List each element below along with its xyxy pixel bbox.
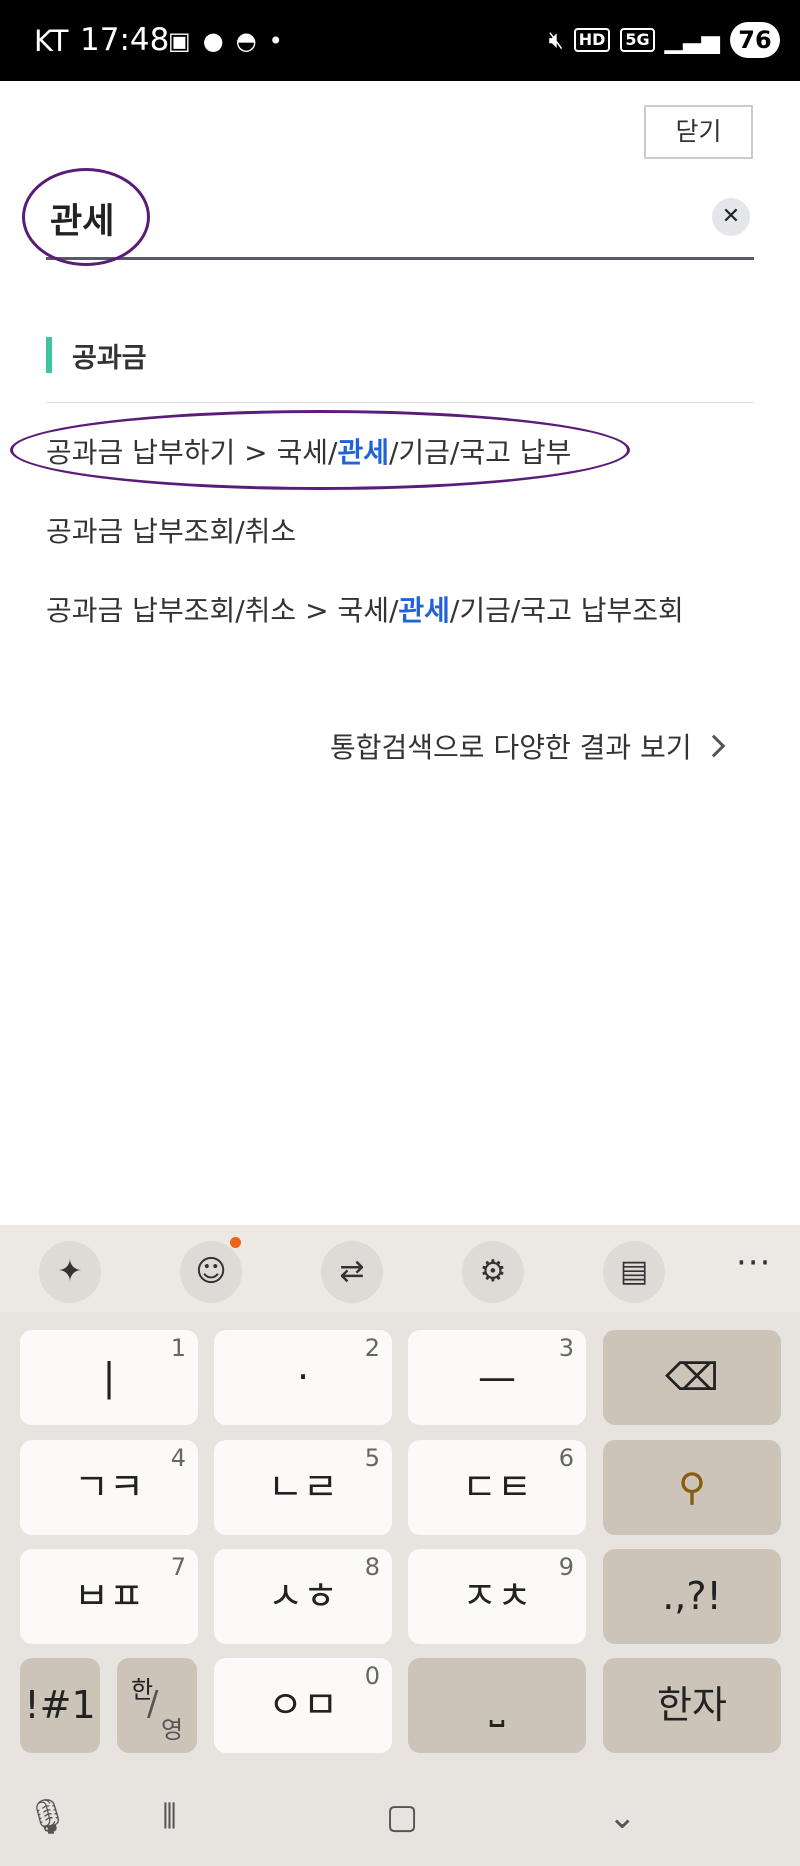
key-label: ㅈㅊ xyxy=(462,1574,532,1618)
lang-slash: / xyxy=(147,1684,159,1724)
search-key[interactable]: ⚲ xyxy=(603,1440,781,1535)
close-button[interactable]: 닫기 xyxy=(644,105,753,159)
key-label: · xyxy=(296,1355,310,1399)
clock: 17:48 xyxy=(80,22,170,58)
punctuation-key[interactable]: .,?! xyxy=(603,1549,781,1644)
carrier-label: KT xyxy=(34,24,69,58)
integrated-search-link[interactable]: 통합검색으로 다양한 결과 보기 xyxy=(330,726,725,766)
section-header: 공과금 xyxy=(46,337,147,374)
key-number: 3 xyxy=(558,1334,574,1362)
hanja-key[interactable]: 한자 xyxy=(603,1658,781,1753)
key-label: ㄱㅋ xyxy=(74,1465,144,1509)
clear-search-icon[interactable]: ✕ xyxy=(712,198,750,236)
section-accent-bar xyxy=(46,337,52,373)
navigation-bar: 🎙︎ ⦀ ▢ ⌄ xyxy=(0,1775,800,1866)
key-3[interactable]: —3 xyxy=(408,1330,586,1425)
result-text: 공과금 납부하기 > 국세/ xyxy=(46,436,338,469)
game-notification-icon: ◓ xyxy=(235,27,257,55)
key-label: ㄷㅌ xyxy=(462,1465,532,1509)
key-label: ㅇㅁ xyxy=(268,1683,338,1727)
search-field: ✕ xyxy=(46,180,754,260)
search-result-3[interactable]: 공과금 납부조회/취소 > 국세/관세/기금/국고 납부조회 xyxy=(46,589,684,629)
key-label: | xyxy=(102,1355,116,1399)
notification-icons: ▣ ● ◓ • xyxy=(168,28,283,54)
key-4[interactable]: ㄱㅋ 4 xyxy=(20,1440,198,1535)
search-result-1[interactable]: 공과금 납부하기 > 국세/관세/기금/국고 납부 xyxy=(46,431,571,471)
key-2[interactable]: · 2 xyxy=(214,1330,392,1425)
home-icon[interactable]: ▢ xyxy=(386,1797,418,1837)
backspace-icon: ⌫ xyxy=(665,1355,719,1399)
signal-icon: ▁▃▅ xyxy=(664,26,720,54)
peach-notification-icon: ● xyxy=(202,27,224,55)
result-highlight: 관세 xyxy=(337,436,389,469)
section-divider xyxy=(46,402,754,403)
app-notification-icon: ▣ xyxy=(168,27,191,55)
key-number: 0 xyxy=(364,1662,380,1690)
recent-apps-icon[interactable]: ⦀ xyxy=(162,1797,177,1837)
hide-keyboard-chevron-down-icon[interactable]: ⌄ xyxy=(608,1797,637,1837)
battery-icon: 76 xyxy=(730,22,780,58)
mute-icon: 🔇︎ xyxy=(548,26,564,54)
key-0[interactable]: ㅇㅁ 0 xyxy=(214,1658,392,1753)
result-text: 공과금 납부조회/취소 xyxy=(46,515,297,548)
key-6[interactable]: ㄷㅌ 6 xyxy=(408,1440,586,1535)
key-number: 5 xyxy=(364,1444,380,1472)
result-text: /기금/국고 납부조회 xyxy=(449,594,684,627)
integrated-search-label: 통합검색으로 다양한 결과 보기 xyxy=(330,731,692,764)
system-icons: 🔇︎ HD 5G ▁▃▅ 76 xyxy=(549,22,780,58)
ai-sparkle-icon[interactable]: ✦ xyxy=(39,1241,101,1303)
key-number: 4 xyxy=(170,1444,186,1472)
keyboard: ✦ ☺ ⇄ ⚙ ▤ ··· | 1 · 2 —3 ⌫ ㄱㅋ 4 ㄴㄹ 5 ㄷㅌ 6 ⚲ ㅂ… xyxy=(0,1225,800,1775)
space-key[interactable]: ⎵ xyxy=(408,1658,586,1753)
chevron-right-icon xyxy=(702,734,725,758)
key-number: 9 xyxy=(558,1553,574,1581)
result-text: 공과금 납부조회/취소 > 국세/ xyxy=(46,594,399,627)
microphone-icon[interactable]: 🎙︎ xyxy=(26,1797,69,1837)
key-label: ㅂㅍ xyxy=(74,1574,144,1618)
notification-dot xyxy=(230,1237,241,1248)
search-input[interactable] xyxy=(50,190,650,246)
key-5[interactable]: ㄴㄹ 5 xyxy=(214,1440,392,1535)
hd-icon: HD xyxy=(573,28,611,52)
network-5g-icon: 5G xyxy=(620,28,655,52)
key-number: 1 xyxy=(170,1334,186,1362)
key-7[interactable]: ㅂㅍ 7 xyxy=(20,1549,198,1644)
clipboard-icon[interactable]: ▤ xyxy=(603,1241,665,1303)
lang-label-en: 영 xyxy=(161,1716,184,1744)
search-icon: ⚲ xyxy=(678,1465,706,1509)
search-result-2[interactable]: 공과금 납부조회/취소 xyxy=(46,510,296,550)
key-1[interactable]: | 1 xyxy=(20,1330,198,1425)
key-label: — xyxy=(478,1355,516,1399)
section-title: 공과금 xyxy=(72,342,147,374)
result-text: /기금/국고 납부 xyxy=(388,436,572,469)
translate-icon[interactable]: ⇄ xyxy=(321,1241,383,1303)
settings-gear-icon[interactable]: ⚙ xyxy=(462,1241,524,1303)
more-options-icon[interactable]: ··· xyxy=(736,1243,771,1283)
key-label: ㅅㅎ xyxy=(268,1574,338,1618)
language-toggle-key[interactable]: 한 / 영 xyxy=(117,1658,197,1753)
keyboard-toolbar: ✦ ☺ ⇄ ⚙ ▤ ··· xyxy=(0,1225,800,1312)
key-number: 2 xyxy=(364,1334,380,1362)
status-bar: KT 17:48 ▣ ● ◓ • 🔇︎ HD 5G ▁▃▅ 76 xyxy=(0,0,800,81)
key-8[interactable]: ㅅㅎ 8 xyxy=(214,1549,392,1644)
key-9[interactable]: ㅈㅊ 9 xyxy=(408,1549,586,1644)
result-highlight: 관세 xyxy=(398,594,450,627)
symbols-key[interactable]: !#1 xyxy=(20,1658,100,1753)
key-number: 7 xyxy=(170,1553,186,1581)
emoji-icon[interactable]: ☺ xyxy=(180,1241,242,1303)
key-number: 6 xyxy=(558,1444,574,1472)
key-label: ㄴㄹ xyxy=(268,1465,338,1509)
more-notifications-dot-icon: • xyxy=(268,27,283,55)
key-number: 8 xyxy=(364,1553,380,1581)
backspace-key[interactable]: ⌫ xyxy=(603,1330,781,1425)
